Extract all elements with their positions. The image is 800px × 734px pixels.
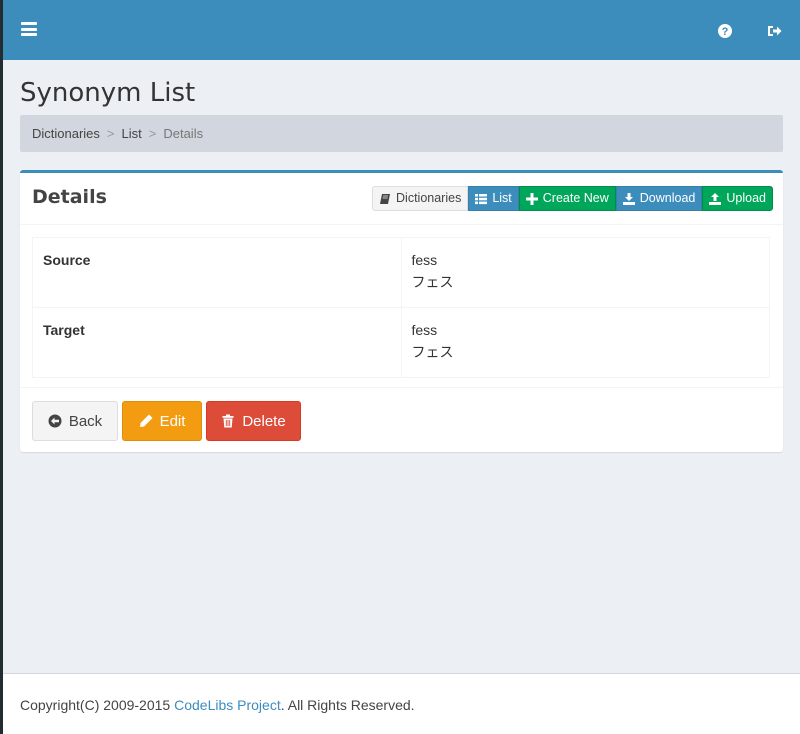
question-circle-icon[interactable]: ? xyxy=(717,23,733,39)
delete-button[interactable]: Delete xyxy=(206,401,301,441)
dictionaries-button-label: Dictionaries xyxy=(396,191,462,205)
box-title: Details xyxy=(32,186,107,208)
pencil-icon xyxy=(139,414,153,427)
create-new-button[interactable]: Create New xyxy=(518,186,616,211)
value-line: フェス xyxy=(411,344,454,360)
book-icon xyxy=(380,193,391,204)
page-title: Synonym List xyxy=(20,78,196,108)
breadcrumb-separator: > xyxy=(148,126,157,141)
upload-button-label: Upload xyxy=(726,191,766,205)
table-row: Target fess フェス xyxy=(32,307,770,378)
upload-button[interactable]: Upload xyxy=(702,186,773,211)
arrow-circle-left-icon xyxy=(48,414,62,428)
breadcrumb-dictionaries[interactable]: Dictionaries xyxy=(32,126,100,141)
upload-icon xyxy=(709,192,722,205)
row-label: Source xyxy=(32,237,402,308)
footer-copyright-prefix: Copyright(C) 2009-2015 xyxy=(20,697,175,713)
page-footer: Copyright(C) 2009-2015 CodeLibs Project.… xyxy=(3,673,800,734)
download-icon xyxy=(622,192,635,205)
download-button[interactable]: Download xyxy=(615,186,703,211)
breadcrumb-details: Details xyxy=(163,126,204,141)
back-button[interactable]: Back xyxy=(32,401,118,441)
table-row: Source fess フェス xyxy=(32,237,770,308)
row-value: fess フェス xyxy=(400,237,770,308)
edit-button-label: Edit xyxy=(159,412,186,430)
header-button-group: Dictionaries List Create New Download Up… xyxy=(372,186,773,211)
svg-text:?: ? xyxy=(722,26,729,38)
value-line: fess xyxy=(411,322,438,338)
top-navbar: ? xyxy=(3,0,800,60)
list-button[interactable]: List xyxy=(468,186,519,211)
list-button-label: List xyxy=(492,191,512,205)
trash-icon xyxy=(222,414,234,428)
value-line: フェス xyxy=(411,274,454,290)
create-new-button-label: Create New xyxy=(542,191,609,205)
box-header: Details Dictionaries List Create New Dow… xyxy=(20,173,783,225)
value-line: fess xyxy=(411,252,438,268)
breadcrumb: Dictionaries > List > Details xyxy=(20,115,783,152)
hamburger-icon[interactable] xyxy=(21,22,37,36)
back-button-label: Back xyxy=(68,412,103,430)
footer-copyright-suffix: . All Rights Reserved. xyxy=(280,697,415,713)
dictionaries-button[interactable]: Dictionaries xyxy=(372,186,469,211)
box-footer: Back Edit Delete xyxy=(20,387,783,452)
download-button-label: Download xyxy=(639,191,696,205)
details-table: Source fess フェス Target fess フェス xyxy=(32,237,770,378)
breadcrumb-separator: > xyxy=(106,126,115,141)
sign-out-icon[interactable] xyxy=(766,23,782,39)
plus-icon xyxy=(525,192,538,205)
breadcrumb-list[interactable]: List xyxy=(122,126,142,141)
footer-codelibs-link[interactable]: CodeLibs Project xyxy=(174,697,281,713)
delete-button-label: Delete xyxy=(242,412,286,430)
row-label: Target xyxy=(32,307,402,378)
row-value: fess フェス xyxy=(400,307,770,378)
list-icon xyxy=(475,193,488,204)
details-box: Details Dictionaries List Create New Dow… xyxy=(20,170,783,452)
edit-button[interactable]: Edit xyxy=(122,401,202,441)
